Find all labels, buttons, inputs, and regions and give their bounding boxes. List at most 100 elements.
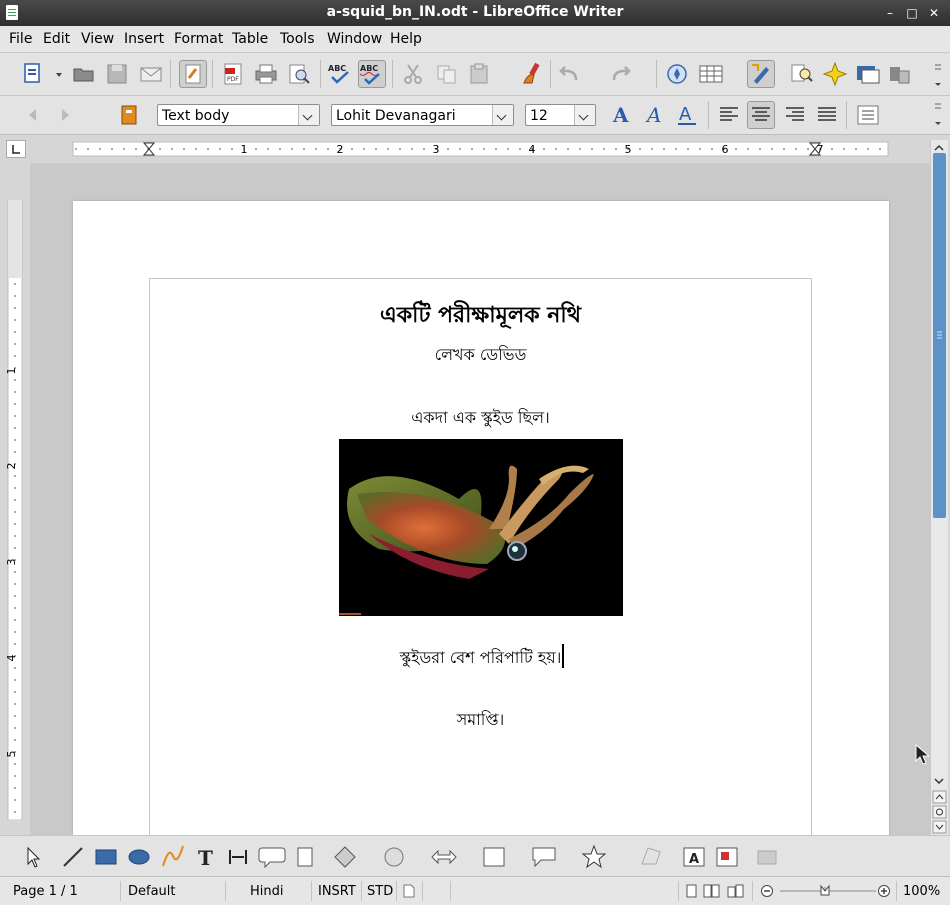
vertical-ruler[interactable]: 1 2 3 4 5 (5, 199, 26, 821)
squid-image[interactable] (339, 439, 623, 616)
toolbar-overflow-chevron-icon[interactable] (933, 59, 943, 91)
zoom-in-icon[interactable] (877, 884, 891, 902)
navigator-icon[interactable] (664, 61, 690, 87)
multi-page-view-icon[interactable] (703, 884, 721, 902)
zoom-out-icon[interactable] (760, 884, 774, 902)
ruler-number: 4 (529, 143, 536, 156)
minimize-icon[interactable]: – (882, 5, 898, 21)
scroll-up-icon (934, 144, 944, 151)
menu-edit[interactable]: Edit (43, 31, 70, 47)
gallery-star-icon[interactable] (822, 61, 848, 87)
book-view-icon[interactable] (727, 884, 745, 902)
insert-table-icon[interactable] (698, 61, 724, 87)
bold-icon[interactable]: A (608, 102, 634, 128)
spellcheck-icon[interactable]: ABC (327, 61, 353, 87)
paragraph-style-value: Text body (162, 108, 230, 124)
horizontal-ruler[interactable]: 1 2 3 4 5 6 7 (30, 140, 930, 158)
ruler-number: 3 (6, 559, 18, 566)
ruler-number: 6 (722, 143, 729, 156)
clone-formatting-icon[interactable] (520, 61, 546, 87)
align-center-icon[interactable] (747, 101, 775, 129)
italic-icon[interactable]: A (641, 102, 667, 128)
autospellcheck-icon[interactable]: ABC (358, 60, 386, 88)
toolbar-overflow-chevron-icon[interactable] (933, 100, 943, 130)
single-page-view-icon[interactable] (686, 884, 698, 902)
justify-icon[interactable] (814, 102, 840, 128)
menu-view[interactable]: View (81, 31, 114, 47)
align-right-icon[interactable] (782, 102, 808, 128)
window-title: a-squid_bn_IN.odt - LibreOffice Writer (326, 4, 624, 20)
export-pdf-icon[interactable]: PDF (220, 61, 246, 87)
print-preview-icon[interactable] (286, 61, 312, 87)
menu-table[interactable]: Table (232, 31, 268, 47)
tab-type-selector[interactable] (6, 140, 26, 158)
find-replace-icon[interactable] (789, 61, 815, 87)
maximize-icon[interactable]: □ (904, 5, 920, 21)
text-cursor (562, 644, 564, 668)
zoom-level[interactable]: 100% (903, 884, 940, 899)
svg-text:T: T (198, 846, 213, 870)
ruler-number: 3 (433, 143, 440, 156)
close-icon[interactable]: ✕ (926, 5, 942, 21)
open-folder-icon[interactable] (71, 61, 97, 87)
paragraph-end[interactable]: সমাপ্তি। (149, 707, 812, 734)
language[interactable]: Hindi (250, 884, 284, 899)
align-left-icon[interactable] (716, 102, 742, 128)
insert-mode[interactable]: INSRT (318, 884, 356, 899)
svg-text:ABC: ABC (360, 64, 378, 73)
forward-icon[interactable] (52, 102, 78, 128)
ruler-number: 7 (817, 143, 824, 156)
document-author[interactable]: লেখক ডেভিড (149, 342, 812, 369)
ruler-number: 4 (6, 655, 18, 662)
document-title[interactable]: একটি পরীক্ষামূলক নথি (149, 298, 812, 335)
menu-bar: File Edit View Insert Format Table Tools… (0, 26, 950, 53)
styles-formatting-icon[interactable] (117, 102, 143, 128)
menu-tools[interactable]: Tools (280, 31, 315, 47)
nonprinting-chars-icon[interactable] (887, 61, 913, 87)
save-icon[interactable] (104, 61, 130, 87)
copy-icon[interactable] (434, 61, 460, 87)
show-draw-functions-icon[interactable] (747, 60, 775, 88)
cut-icon[interactable] (400, 61, 426, 87)
underline-icon[interactable]: A (674, 102, 700, 128)
menu-help[interactable]: Help (390, 31, 422, 47)
formatting-toolbar: Text body Lohit Devanagari 12 A A A (0, 96, 950, 135)
chevron-down-icon[interactable] (492, 105, 513, 125)
status-bar: Page 1 / 1 Default Hindi INSRT STD 100% (0, 876, 950, 905)
paragraph-style-select[interactable]: Text body (157, 104, 320, 126)
menu-format[interactable]: Format (174, 31, 223, 47)
chevron-down-icon[interactable] (298, 105, 319, 125)
selection-mode[interactable]: STD (367, 884, 393, 899)
redo-icon[interactable] (608, 61, 634, 87)
zoom-slider[interactable] (778, 884, 878, 898)
font-size-select[interactable]: 12 (525, 104, 596, 126)
font-name-select[interactable]: Lohit Devanagari (331, 104, 514, 126)
undo-icon[interactable] (556, 61, 582, 87)
standard-toolbar: PDF ABC ABC (0, 53, 950, 96)
new-document-icon[interactable] (20, 61, 46, 87)
line-spacing-icon[interactable] (855, 102, 881, 128)
menu-insert[interactable]: Insert (124, 31, 164, 47)
svg-text:PDF: PDF (227, 76, 239, 83)
svg-text:ABC: ABC (328, 64, 346, 73)
page-style[interactable]: Default (128, 884, 176, 899)
mouse-pointer-icon (915, 743, 931, 770)
svg-text:A: A (612, 103, 629, 127)
chevron-down-icon[interactable] (574, 105, 595, 125)
edit-mode-icon[interactable] (179, 60, 207, 88)
paragraph-2[interactable]: স্কুইডরা বেশ পরিপাটি হয়। (149, 645, 812, 672)
vertical-scrollbar[interactable] (930, 140, 948, 835)
title-bar: a-squid_bn_IN.odt - LibreOffice Writer –… (0, 0, 950, 26)
menu-file[interactable]: File (9, 31, 32, 47)
ruler-number: 1 (241, 143, 248, 156)
page-indicator[interactable]: Page 1 / 1 (13, 884, 78, 899)
paste-icon[interactable] (466, 61, 492, 87)
print-icon[interactable] (253, 61, 279, 87)
menu-window[interactable]: Window (327, 31, 382, 47)
email-icon[interactable] (138, 61, 164, 87)
data-sources-icon[interactable] (855, 61, 881, 87)
back-icon[interactable] (20, 102, 46, 128)
font-size-value: 12 (530, 108, 548, 124)
paragraph-1[interactable]: একদা এক স্কুইড ছিল। (149, 405, 812, 432)
ruler-number: 5 (6, 751, 18, 758)
